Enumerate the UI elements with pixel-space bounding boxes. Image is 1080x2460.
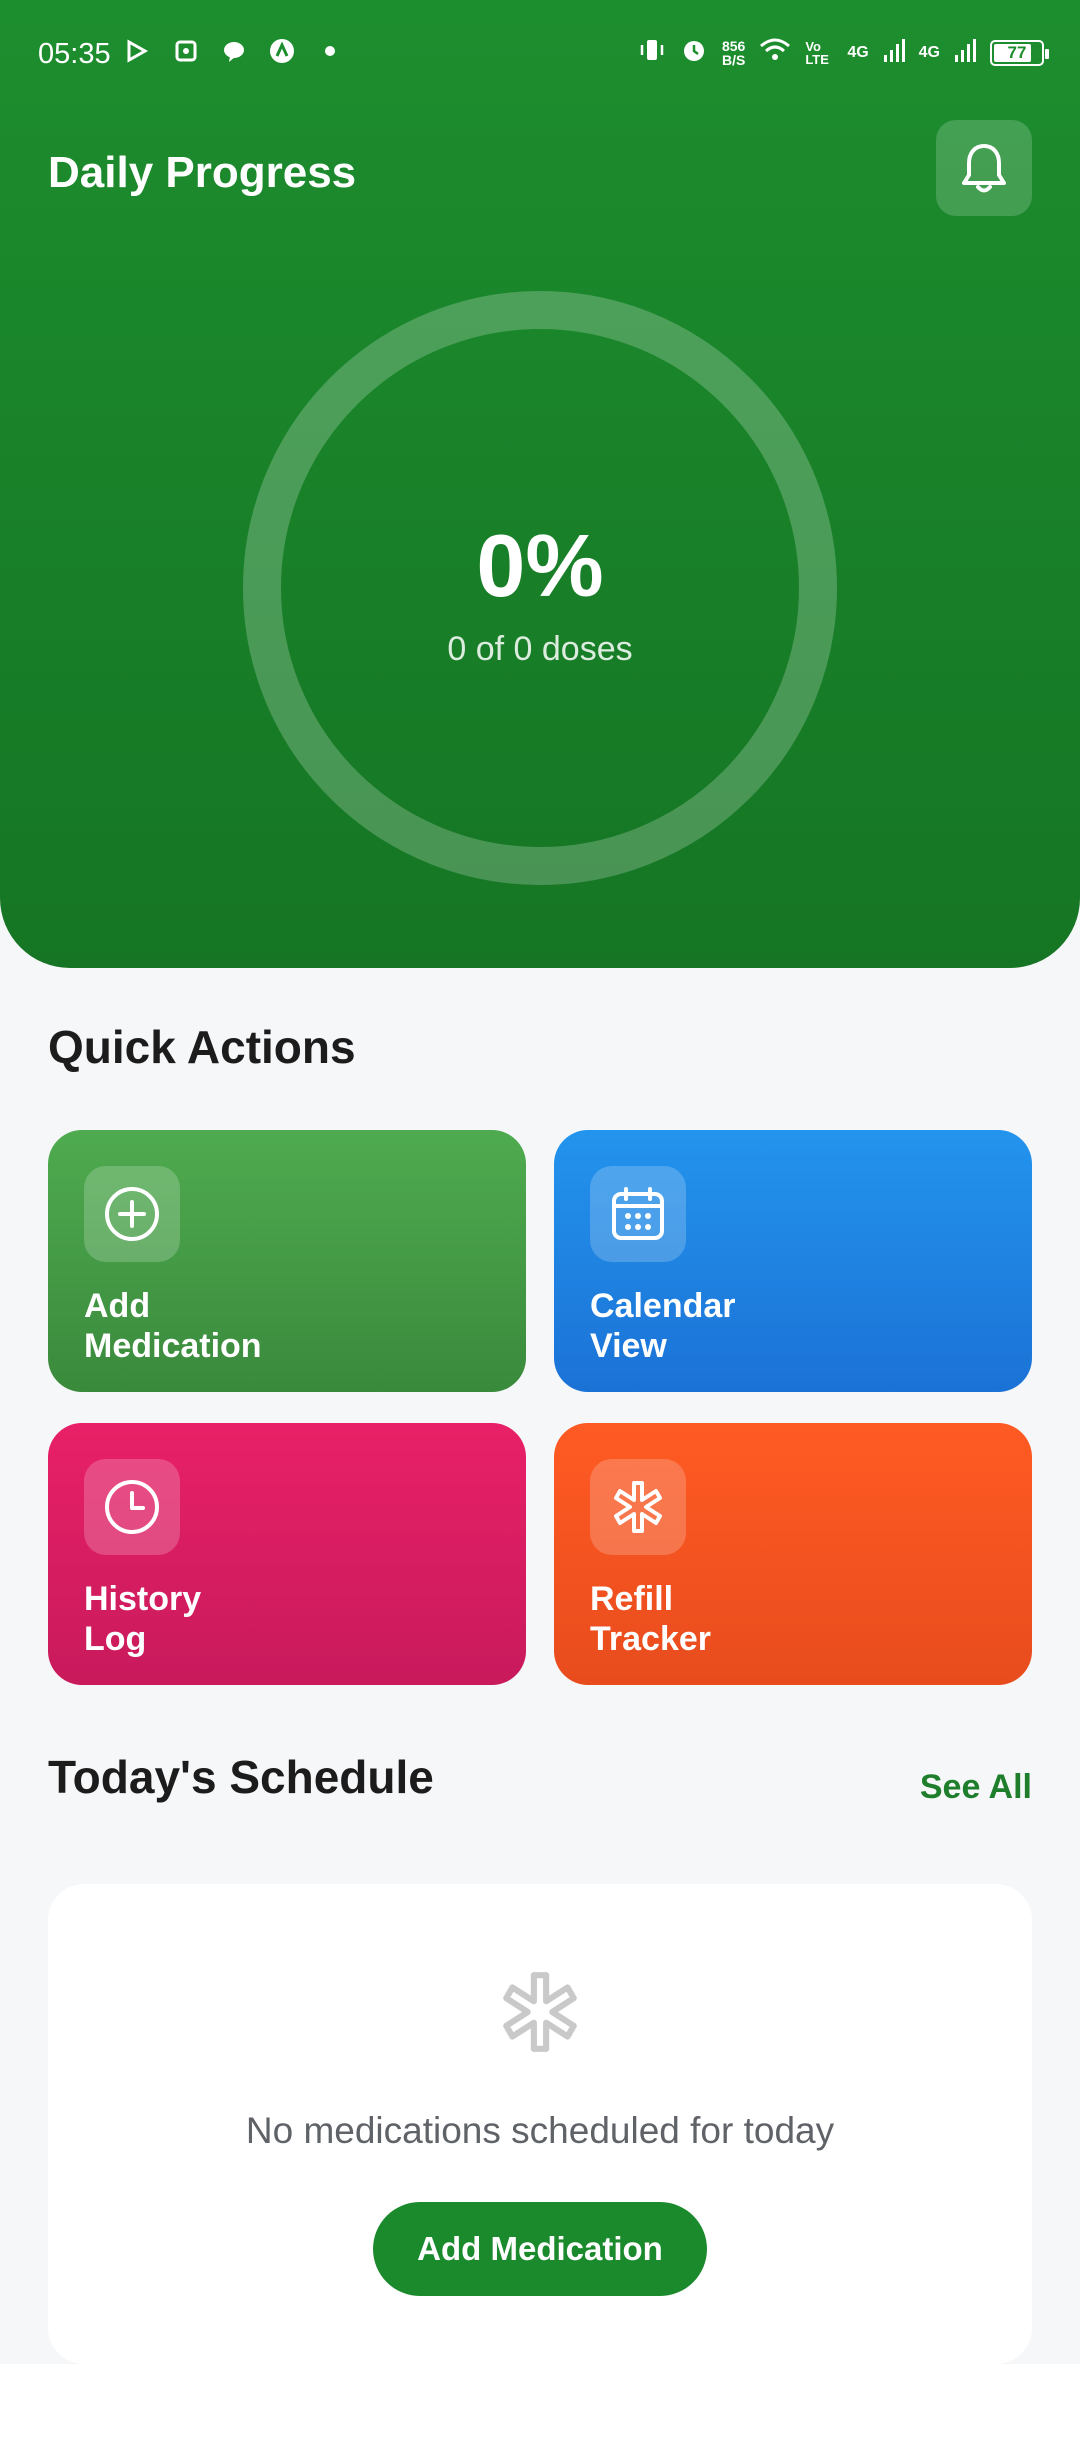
- progress-readout: 0% 0 of 0 doses: [242, 290, 838, 886]
- bell-icon: [962, 144, 1006, 193]
- screenshot-icon: [173, 38, 199, 64]
- add-medication-card[interactable]: Add Medication: [48, 1130, 526, 1392]
- speed-value: 856: [721, 37, 746, 54]
- signal-icon: [954, 37, 976, 68]
- app-icon: [269, 38, 295, 64]
- daily-progress-header: 05:35 856 B/S Vo LTE 4G 4G 77 Daily Prog…: [0, 0, 1080, 968]
- history-log-card[interactable]: History Log: [48, 1423, 526, 1685]
- page-title: Daily Progress: [48, 148, 357, 197]
- bottom-area: [0, 2364, 1080, 2460]
- card-label-line: Add: [84, 1287, 151, 1325]
- signal-icon: [883, 37, 905, 68]
- battery-indicator: 77: [990, 39, 1049, 66]
- status-bar: 05:35 856 B/S Vo LTE 4G 4G 77: [0, 0, 1080, 110]
- battery-level: 77: [1007, 42, 1027, 62]
- doses-count: 0 of 0 doses: [447, 630, 633, 668]
- calendar-view-card[interactable]: Calendar View: [554, 1130, 1032, 1392]
- see-all-link[interactable]: See All: [920, 1768, 1032, 1807]
- chat-icon: [221, 38, 247, 64]
- schedule-empty-card: No medications scheduled for today Add M…: [48, 1884, 1032, 2364]
- card-label-line: History: [84, 1580, 202, 1618]
- card-label: History Log: [84, 1579, 201, 1659]
- card-label-line: View: [590, 1327, 667, 1365]
- speed-unit: B/S: [721, 51, 746, 68]
- card-label: Calendar View: [590, 1286, 736, 1366]
- vibrate-icon: [638, 36, 666, 69]
- wifi-icon: [759, 36, 791, 69]
- empty-state-message: No medications scheduled for today: [245, 2110, 835, 2151]
- card-label-line: Tracker: [590, 1620, 711, 1658]
- card-label-line: Log: [84, 1620, 147, 1658]
- card-label-line: Refill: [590, 1580, 674, 1618]
- volte-label: Vo LTE: [805, 38, 829, 67]
- notifications-button[interactable]: [936, 120, 1032, 216]
- media-icon: [125, 38, 151, 64]
- network-speed: 856 B/S: [722, 39, 745, 67]
- quick-actions-title: Quick Actions: [48, 1021, 356, 1073]
- calendar-icon: [590, 1166, 686, 1262]
- refill-tracker-card[interactable]: Refill Tracker: [554, 1423, 1032, 1685]
- card-label-line: Calendar: [590, 1287, 736, 1325]
- medical-icon: [590, 1459, 686, 1555]
- progress-percent: 0%: [476, 516, 604, 615]
- network-type-2: 4G: [918, 43, 940, 61]
- dot-icon: [317, 38, 343, 64]
- card-label: Refill Tracker: [590, 1579, 711, 1659]
- clock-icon: [84, 1459, 180, 1555]
- network-type-1: 4G: [847, 43, 869, 61]
- alarm-icon: [680, 36, 708, 69]
- app-screen: 05:35 856 B/S Vo LTE 4G 4G 77 Daily Prog…: [0, 0, 1080, 2460]
- todays-schedule-title: Today's Schedule: [48, 1751, 434, 1803]
- add-medication-button[interactable]: Add Medication: [373, 2202, 707, 2296]
- card-label-line: Medication: [84, 1327, 262, 1365]
- status-time: 05:35: [38, 38, 111, 70]
- card-label: Add Medication: [84, 1286, 262, 1366]
- add-circle-icon: [84, 1166, 180, 1262]
- medical-icon: [503, 1972, 577, 2052]
